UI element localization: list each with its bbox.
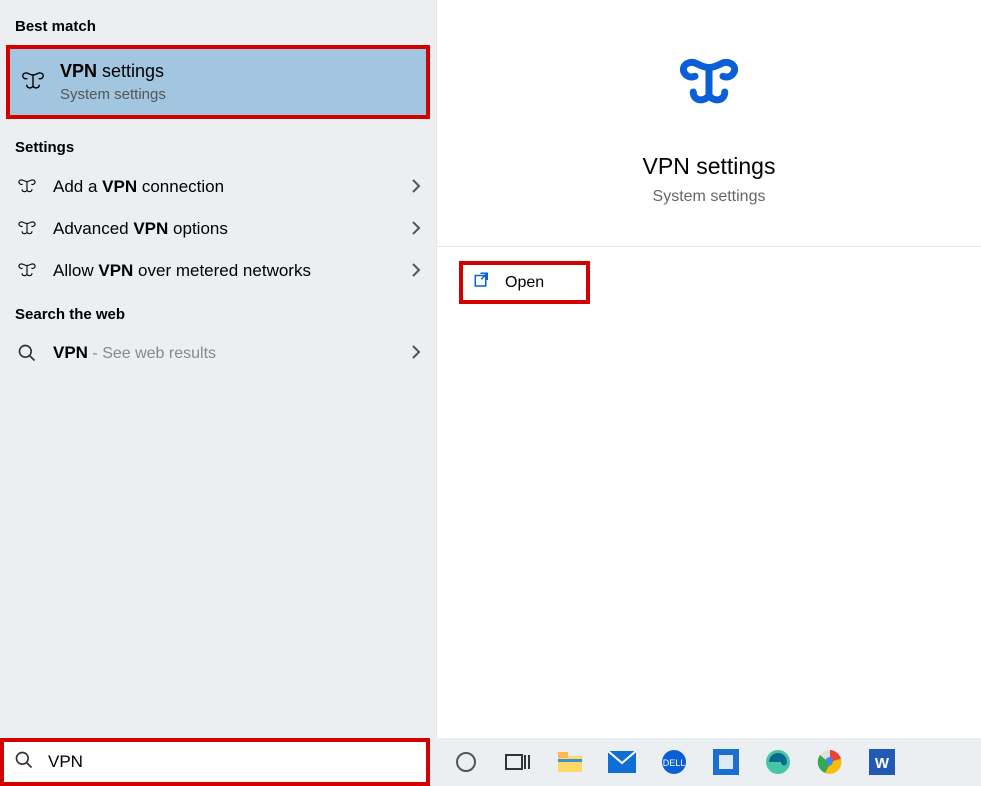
vpn-icon bbox=[674, 50, 744, 125]
taskbar-search[interactable] bbox=[0, 738, 430, 786]
chevron-right-icon bbox=[411, 262, 421, 281]
section-header-web: Search the web bbox=[0, 292, 436, 333]
search-icon bbox=[15, 343, 39, 363]
chrome-icon[interactable] bbox=[812, 744, 848, 780]
section-header-best-match: Best match bbox=[0, 4, 436, 45]
taskbar: DELL W bbox=[0, 738, 981, 786]
open-icon bbox=[473, 271, 491, 294]
vpn-icon bbox=[16, 68, 50, 96]
best-match-vpn-settings[interactable]: VPN settings System settings bbox=[6, 45, 430, 119]
chevron-right-icon bbox=[411, 220, 421, 239]
web-result-vpn[interactable]: VPN - See web results bbox=[0, 333, 436, 373]
settings-item-advanced-vpn[interactable]: Advanced VPN options bbox=[0, 208, 436, 250]
taskbar-icons: DELL W bbox=[430, 744, 900, 780]
detail-subtitle: System settings bbox=[653, 188, 766, 206]
mail-icon[interactable] bbox=[604, 744, 640, 780]
edge-icon[interactable] bbox=[760, 744, 796, 780]
app-icon-blue[interactable] bbox=[708, 744, 744, 780]
dell-icon[interactable]: DELL bbox=[656, 744, 692, 780]
detail-panel: VPN settings System settings Open bbox=[436, 0, 981, 738]
cortana-icon[interactable] bbox=[448, 744, 484, 780]
section-header-settings: Settings bbox=[0, 125, 436, 166]
search-icon bbox=[14, 750, 34, 775]
detail-title: VPN settings bbox=[643, 153, 776, 180]
svg-text:W: W bbox=[875, 755, 890, 772]
open-button[interactable]: Open bbox=[459, 261, 590, 304]
open-label: Open bbox=[505, 274, 544, 292]
vpn-icon bbox=[15, 260, 39, 282]
chevron-right-icon bbox=[411, 344, 421, 363]
word-icon[interactable]: W bbox=[864, 744, 900, 780]
settings-item-allow-vpn-metered[interactable]: Allow VPN over metered networks bbox=[0, 250, 436, 292]
vpn-icon bbox=[15, 176, 39, 198]
best-match-title: VPN settings bbox=[60, 61, 166, 82]
svg-text:DELL: DELL bbox=[663, 758, 686, 768]
results-panel: Best match VPN settings System settings … bbox=[0, 0, 436, 738]
task-view-icon[interactable] bbox=[500, 744, 536, 780]
settings-item-add-vpn[interactable]: Add a VPN connection bbox=[0, 166, 436, 208]
vpn-icon bbox=[15, 218, 39, 240]
file-explorer-icon[interactable] bbox=[552, 744, 588, 780]
search-input[interactable] bbox=[48, 752, 416, 772]
best-match-subtitle: System settings bbox=[60, 86, 166, 103]
divider bbox=[437, 246, 981, 247]
chevron-right-icon bbox=[411, 178, 421, 197]
